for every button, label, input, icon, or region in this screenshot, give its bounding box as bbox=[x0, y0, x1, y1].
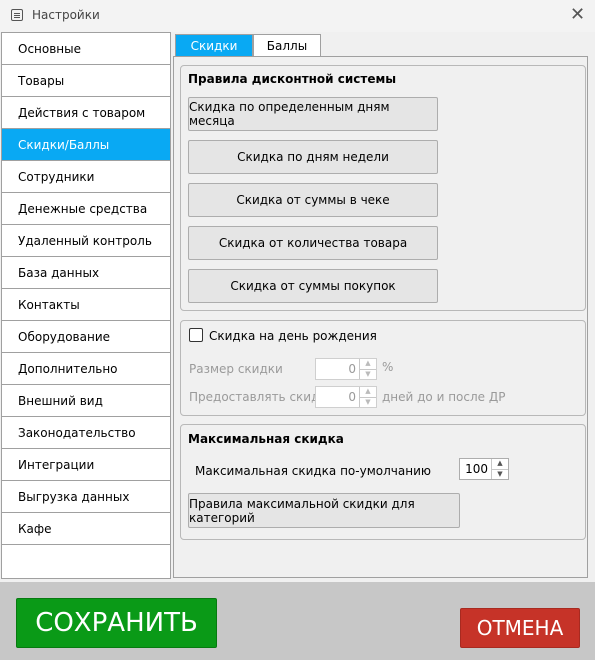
tab-discounts[interactable]: Скидки bbox=[175, 34, 253, 56]
window-title: Настройки bbox=[32, 8, 100, 22]
sidebar-item-discounts[interactable]: Скидки/Баллы bbox=[2, 129, 170, 161]
discount-by-weekdays-button[interactable]: Скидка по дням недели bbox=[188, 140, 438, 174]
spin-up-icon[interactable]: ▲ bbox=[492, 459, 508, 469]
sidebar-item-remote-control[interactable]: Удаленный контроль bbox=[2, 225, 170, 257]
sidebar-item-products[interactable]: Товары bbox=[2, 65, 170, 97]
provide-days-stepper[interactable]: 0 ▲ ▼ bbox=[315, 386, 377, 408]
sidebar-item-label: База данных bbox=[18, 265, 100, 280]
sidebar-item-label: Скидки/Баллы bbox=[18, 137, 110, 152]
sidebar-item-label: Выгрузка данных bbox=[18, 489, 130, 504]
cancel-button[interactable]: ОТМЕНА bbox=[460, 608, 580, 648]
birthday-discount-checkbox[interactable] bbox=[189, 328, 203, 342]
tab-points[interactable]: Баллы bbox=[253, 34, 321, 56]
sidebar-item-label: Основные bbox=[18, 41, 82, 56]
sidebar-item-label: Действия с товаром bbox=[18, 105, 146, 120]
sidebar-item-label: Интеграции bbox=[18, 457, 95, 472]
sidebar-item-label: Товары bbox=[18, 73, 65, 88]
sidebar-item-database[interactable]: База данных bbox=[2, 257, 170, 289]
discount-size-value[interactable]: 0 bbox=[316, 359, 359, 379]
sidebar-item-integrations[interactable]: Интеграции bbox=[2, 449, 170, 481]
sidebar-item-label: Денежные средства bbox=[18, 201, 148, 216]
sidebar-item-basic[interactable]: Основные bbox=[2, 33, 170, 65]
max-discount-title: Максимальная скидка bbox=[188, 432, 344, 446]
sidebar-item-contacts[interactable]: Контакты bbox=[2, 289, 170, 321]
sidebar-item-label: Удаленный контроль bbox=[18, 233, 152, 248]
sidebar-item-additional[interactable]: Дополнительно bbox=[2, 353, 170, 385]
spin-down-icon[interactable]: ▼ bbox=[360, 368, 376, 380]
sidebar-item-appearance[interactable]: Внешний вид bbox=[2, 385, 170, 417]
discount-rules-title: Правила дисконтной системы bbox=[188, 72, 397, 86]
sidebar-item-label: Законодательство bbox=[18, 425, 136, 440]
spin-up-icon[interactable]: ▲ bbox=[360, 359, 376, 369]
sidebar-item-label: Контакты bbox=[18, 297, 80, 312]
save-button[interactable]: СОХРАНИТЬ bbox=[16, 598, 217, 648]
sidebar-item-label: Внешний вид bbox=[18, 393, 103, 408]
sidebar-item-label: Дополнительно bbox=[18, 361, 118, 376]
sidebar-item-cafe[interactable]: Кафе bbox=[2, 513, 170, 545]
sidebar-item-cash[interactable]: Денежные средства bbox=[2, 193, 170, 225]
sidebar-item-product-actions[interactable]: Действия с товаром bbox=[2, 97, 170, 129]
spin-up-icon[interactable]: ▲ bbox=[360, 387, 376, 397]
provide-days-unit: дней до и после ДР bbox=[382, 390, 506, 404]
discount-by-receipt-sum-button[interactable]: Скидка от суммы в чеке bbox=[188, 183, 438, 217]
category-max-discount-button[interactable]: Правила максимальной скидки для категори… bbox=[188, 493, 460, 528]
sidebar-item-equipment[interactable]: Оборудование bbox=[2, 321, 170, 353]
app-icon bbox=[11, 9, 23, 21]
discount-by-month-days-button[interactable]: Скидка по определенным дням месяца bbox=[188, 97, 438, 131]
title-bar: Настройки ✕ bbox=[0, 0, 595, 32]
settings-sidebar: Основные Товары Действия с товаром Скидк… bbox=[1, 32, 171, 579]
discount-by-quantity-button[interactable]: Скидка от количества товара bbox=[188, 226, 438, 260]
sidebar-item-label: Сотрудники bbox=[18, 169, 95, 184]
provide-discount-label: Предоставлять скидку bbox=[189, 390, 334, 404]
close-icon[interactable]: ✕ bbox=[570, 3, 585, 27]
max-discount-default-stepper[interactable]: 100 ▲ ▼ bbox=[459, 458, 509, 480]
sidebar-item-label: Оборудование bbox=[18, 329, 110, 344]
sidebar-item-employees[interactable]: Сотрудники bbox=[2, 161, 170, 193]
discount-size-unit: % bbox=[382, 360, 394, 374]
birthday-discount-label: Скидка на день рождения bbox=[209, 329, 377, 343]
spin-down-icon[interactable]: ▼ bbox=[360, 396, 376, 408]
max-discount-default-label: Максимальная скидка по-умолчанию bbox=[195, 464, 431, 478]
sidebar-item-data-export[interactable]: Выгрузка данных bbox=[2, 481, 170, 513]
discount-size-label: Размер скидки bbox=[189, 362, 283, 376]
sidebar-item-legislation[interactable]: Законодательство bbox=[2, 417, 170, 449]
discount-by-purchases-sum-button[interactable]: Скидка от суммы покупок bbox=[188, 269, 438, 303]
spin-down-icon[interactable]: ▼ bbox=[492, 468, 508, 480]
max-discount-default-value[interactable]: 100 bbox=[460, 459, 491, 479]
sidebar-item-label: Кафе bbox=[18, 521, 52, 536]
provide-days-value[interactable]: 0 bbox=[316, 387, 359, 407]
discount-size-stepper[interactable]: 0 ▲ ▼ bbox=[315, 358, 377, 380]
